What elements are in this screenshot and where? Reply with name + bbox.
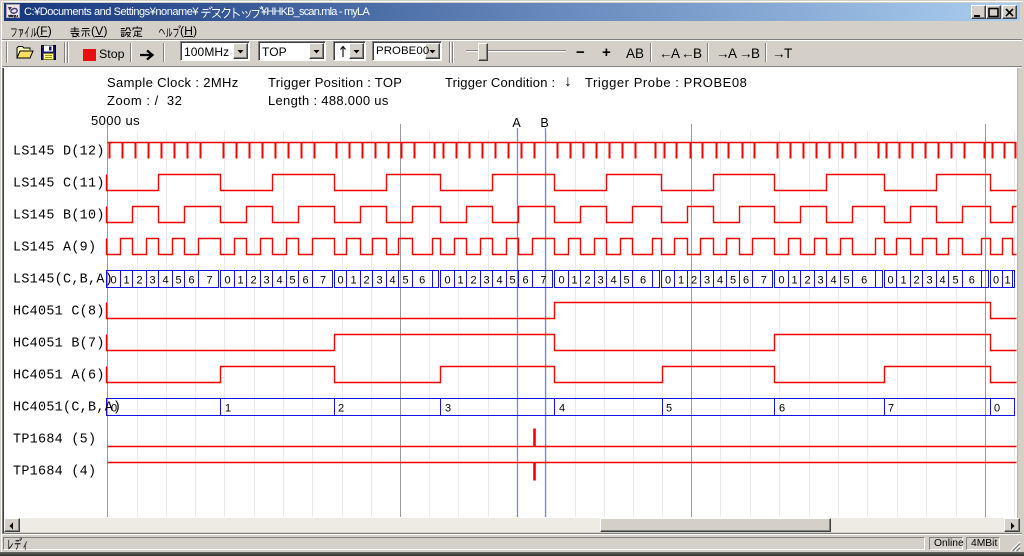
svg-text:2: 2 (804, 275, 810, 287)
svg-text:3: 3 (149, 275, 155, 287)
svg-text:2: 2 (338, 403, 344, 415)
svg-text:0: 0 (887, 275, 893, 287)
svg-text:4: 4 (717, 275, 723, 287)
svg-text:3: 3 (263, 275, 269, 287)
svg-text:5: 5 (730, 275, 736, 287)
svg-text:5: 5 (666, 403, 672, 415)
svg-text:3: 3 (817, 275, 823, 287)
svg-text:5000 us: 5000 us (91, 113, 140, 128)
svg-text:1: 1 (457, 275, 463, 287)
svg-text:1: 1 (350, 275, 356, 287)
svg-text:3: 3 (445, 403, 451, 415)
svg-text:5: 5 (509, 275, 515, 287)
svg-text:2: 2 (136, 275, 142, 287)
svg-text:HC4051(C,B,A): HC4051(C,B,A) (13, 401, 121, 416)
svg-text:0: 0 (224, 275, 230, 287)
svg-text:3: 3 (704, 275, 710, 287)
svg-text:HC4051 B(7): HC4051 B(7) (13, 337, 105, 352)
svg-text:4: 4 (830, 275, 836, 287)
svg-text:1: 1 (678, 275, 684, 287)
svg-text:1: 1 (571, 275, 577, 287)
svg-text:5: 5 (952, 275, 958, 287)
svg-text:1: 1 (225, 403, 231, 415)
svg-text:3: 3 (483, 275, 489, 287)
svg-text:HC4051 C(8): HC4051 C(8) (13, 305, 105, 320)
svg-text:6: 6 (743, 275, 749, 287)
svg-text:1: 1 (900, 275, 906, 287)
svg-text:2: 2 (691, 275, 697, 287)
svg-text:6: 6 (522, 275, 528, 287)
svg-text:0: 0 (665, 275, 671, 287)
svg-text:1: 1 (791, 275, 797, 287)
svg-text:7: 7 (761, 275, 767, 287)
svg-text:0: 0 (994, 403, 1000, 415)
svg-text:5: 5 (623, 275, 629, 287)
svg-text:2: 2 (363, 275, 369, 287)
svg-text:6: 6 (419, 275, 425, 287)
svg-text:3: 3 (926, 275, 932, 287)
svg-text:5: 5 (175, 275, 181, 287)
svg-text:2: 2 (250, 275, 256, 287)
svg-text:4: 4 (939, 275, 945, 287)
svg-text:HC4051 A(6): HC4051 A(6) (13, 369, 105, 384)
svg-text:3: 3 (376, 275, 382, 287)
svg-text:LS145 D(12): LS145 D(12) (13, 145, 105, 160)
svg-text:0: 0 (444, 275, 450, 287)
svg-text:4: 4 (496, 275, 502, 287)
svg-text:1: 1 (237, 275, 243, 287)
svg-text:5: 5 (402, 275, 408, 287)
svg-text:0: 0 (337, 275, 343, 287)
svg-text:LS145(C,B,A): LS145(C,B,A) (13, 273, 113, 288)
svg-text:TP1684 (5): TP1684 (5) (13, 433, 96, 448)
svg-text:6: 6 (779, 403, 785, 415)
svg-text:6: 6 (188, 275, 194, 287)
svg-text:7: 7 (888, 403, 894, 415)
svg-text:LS145 B(10): LS145 B(10) (13, 209, 105, 224)
svg-text:5: 5 (289, 275, 295, 287)
svg-text:4: 4 (389, 275, 395, 287)
svg-text:0: 0 (778, 275, 784, 287)
svg-text:7: 7 (206, 275, 212, 287)
svg-text:4: 4 (610, 275, 616, 287)
svg-text:LS145 C(11): LS145 C(11) (13, 177, 105, 192)
svg-text:B: B (540, 116, 548, 130)
svg-text:1: 1 (123, 275, 129, 287)
svg-text:7: 7 (320, 275, 326, 287)
svg-text:1: 1 (1004, 275, 1010, 287)
svg-text:6: 6 (969, 275, 975, 287)
svg-text:6: 6 (302, 275, 308, 287)
svg-text:TP1684 (4): TP1684 (4) (13, 465, 96, 480)
svg-text:3: 3 (597, 275, 603, 287)
svg-text:A: A (512, 116, 521, 130)
svg-text:4: 4 (162, 275, 168, 287)
svg-text:0: 0 (993, 275, 999, 287)
svg-text:2: 2 (913, 275, 919, 287)
svg-text:7: 7 (540, 275, 546, 287)
svg-text:2: 2 (584, 275, 590, 287)
svg-text:4: 4 (559, 403, 565, 415)
svg-text:0: 0 (558, 275, 564, 287)
svg-text:4: 4 (276, 275, 282, 287)
svg-text:LS145 A(9): LS145 A(9) (13, 241, 96, 256)
svg-text:6: 6 (861, 275, 867, 287)
svg-text:2: 2 (470, 275, 476, 287)
svg-text:5: 5 (843, 275, 849, 287)
svg-text:6: 6 (640, 275, 646, 287)
